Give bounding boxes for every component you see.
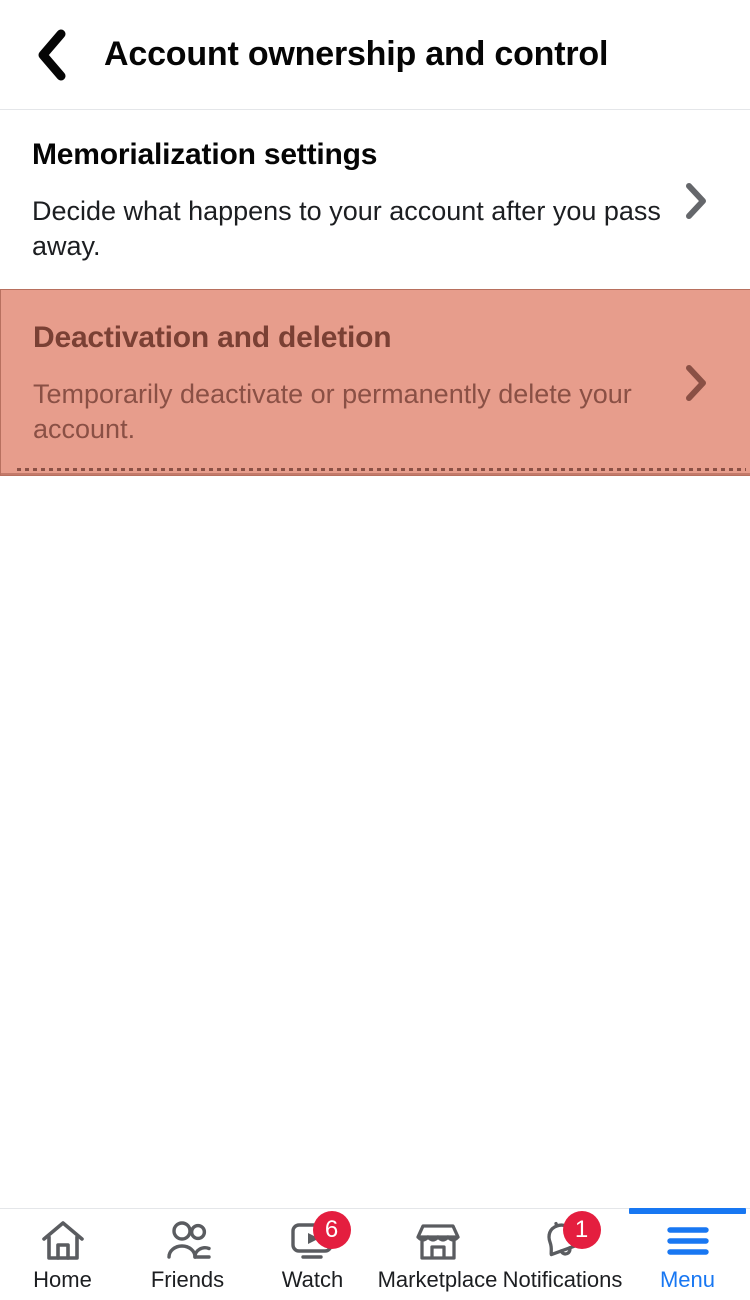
setting-texts: Deactivation and deletion Temporarily de… (33, 320, 676, 448)
page-title: Account ownership and control (104, 35, 609, 73)
bell-icon: 1 (536, 1211, 601, 1264)
setting-row-memorialization[interactable]: Memorialization settings Decide what hap… (0, 111, 750, 289)
nav-label: Notifications (502, 1267, 623, 1292)
nav-item-friends[interactable]: Friends (125, 1209, 250, 1300)
setting-row-deactivation-and-deletion[interactable]: Deactivation and deletion Temporarily de… (0, 288, 750, 477)
watch-badge: 6 (312, 1211, 351, 1249)
nav-item-notifications[interactable]: 1 Notifications (500, 1209, 625, 1300)
chevron-left-icon (35, 29, 69, 81)
nav-item-home[interactable]: Home (0, 1209, 125, 1300)
setting-title: Memorialization settings (32, 138, 378, 171)
setting-title: Deactivation and deletion (33, 320, 392, 354)
settings-list: Memorialization settings Decide what hap… (0, 111, 750, 477)
nav-item-watch[interactable]: 6 Watch (250, 1209, 375, 1300)
nav-label: Friends (150, 1267, 225, 1292)
hamburger-menu-icon (661, 1218, 715, 1264)
nav-label: Marketplace (377, 1267, 498, 1292)
setting-description: Temporarily deactivate or permanently de… (33, 378, 632, 445)
nav-label: Watch (281, 1267, 344, 1292)
nav-label: Menu (659, 1267, 716, 1292)
setting-texts: Memorialization settings Decide what hap… (32, 137, 676, 265)
bottom-navigation-bar: Home Friends 6 Watch Marketplace 1 Notif… (0, 1208, 750, 1300)
chevron-right-icon (676, 364, 716, 402)
back-button[interactable] (14, 17, 90, 93)
highlight-dotted-edge (17, 468, 746, 472)
marketplace-icon (411, 1218, 465, 1264)
watch-icon: 6 (286, 1211, 351, 1264)
page-header: Account ownership and control (0, 0, 750, 110)
nav-item-menu[interactable]: Menu (625, 1208, 750, 1300)
nav-label: Home (33, 1267, 92, 1292)
notifications-badge: 1 (562, 1211, 601, 1249)
friends-icon (161, 1218, 215, 1264)
home-icon (36, 1218, 90, 1264)
nav-item-marketplace[interactable]: Marketplace (375, 1209, 500, 1300)
app-screen: Account ownership and control Memorializ… (0, 0, 750, 1300)
active-tab-indicator (629, 1208, 746, 1214)
chevron-right-icon (676, 182, 716, 220)
setting-description: Decide what happens to your account afte… (32, 196, 661, 262)
